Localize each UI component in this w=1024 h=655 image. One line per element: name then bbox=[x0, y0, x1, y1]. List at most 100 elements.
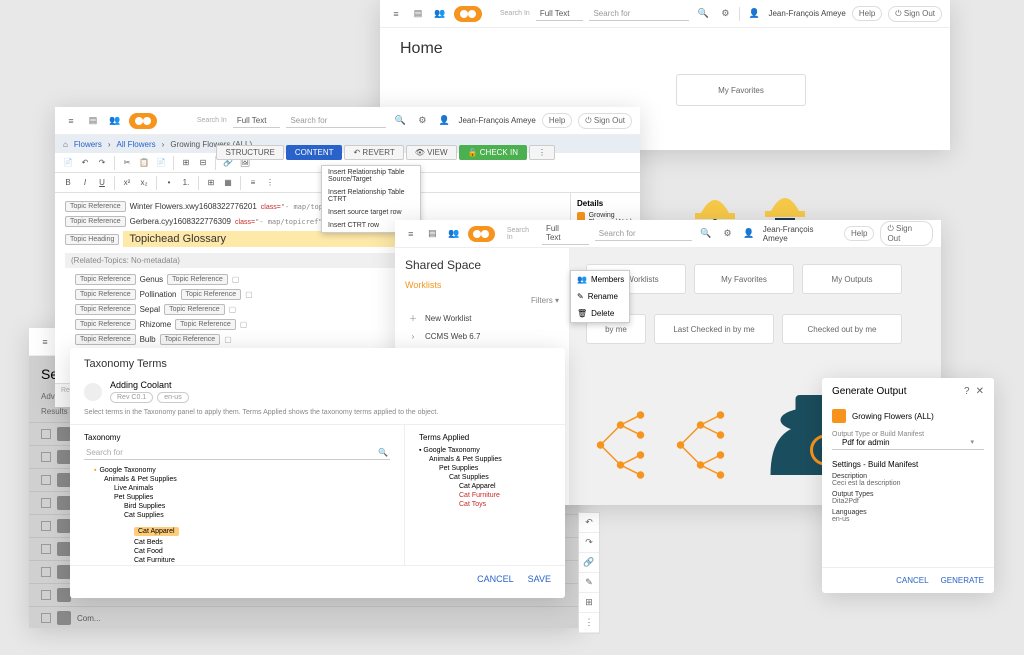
tb-icon[interactable]: ⋮ bbox=[263, 176, 277, 190]
applied-term[interactable]: Pet Supplies bbox=[439, 464, 551, 473]
applied-term[interactable]: Cat Supplies bbox=[449, 473, 551, 482]
tb-icon[interactable]: 📄 bbox=[154, 156, 168, 170]
tb-icon[interactable]: ≡ bbox=[246, 176, 260, 190]
worklist-item[interactable]: ›CCMS Web 6.7 bbox=[405, 328, 559, 345]
mt-btn[interactable]: 🔗 bbox=[579, 553, 599, 573]
checkbox[interactable] bbox=[41, 613, 51, 623]
menu-icon[interactable]: ≡ bbox=[63, 113, 79, 129]
doc-icon[interactable]: ▤ bbox=[85, 113, 101, 129]
tb-icon[interactable]: 📄 bbox=[61, 156, 75, 170]
mt-btn[interactable]: ✎ bbox=[579, 573, 599, 593]
checkbox[interactable] bbox=[41, 475, 51, 485]
taxonomy-node[interactable]: Live Animals bbox=[114, 484, 390, 493]
search-icon[interactable]: 🔍 bbox=[695, 6, 711, 22]
tb-icon[interactable]: x² bbox=[120, 176, 134, 190]
tile[interactable]: Checked out by me bbox=[782, 314, 902, 344]
search-icon[interactable]: 🔍 bbox=[698, 226, 714, 242]
generate-button[interactable]: GENERATE bbox=[941, 576, 984, 585]
help-button[interactable]: Help bbox=[852, 6, 882, 21]
tb-icon[interactable]: ✂ bbox=[120, 156, 134, 170]
help-button[interactable]: Help bbox=[844, 226, 874, 241]
tb-icon[interactable]: ↶ bbox=[78, 156, 92, 170]
taxonomy-node[interactable]: Bird Supplies bbox=[124, 502, 390, 511]
users-icon[interactable]: 👥 bbox=[107, 113, 123, 129]
tile[interactable]: My Favorites bbox=[694, 264, 794, 294]
taxonomy-node[interactable]: Cat Furniture bbox=[134, 556, 390, 565]
insert-menu-item[interactable]: Insert Relationship Table Source/Target bbox=[322, 166, 420, 186]
worklist-item[interactable]: ＋New Worklist bbox=[405, 309, 559, 328]
close-icon[interactable]: ✕ bbox=[976, 386, 984, 397]
taxonomy-node[interactable]: Animals & Pet Supplies bbox=[104, 475, 390, 484]
signout-button[interactable]: ⏻ Sign Out bbox=[578, 113, 632, 129]
tab-content[interactable]: CONTENT bbox=[286, 145, 343, 160]
mt-btn[interactable]: ⋮ bbox=[579, 613, 599, 633]
tab-structure[interactable]: STRUCTURE bbox=[216, 145, 283, 160]
insert-menu-item[interactable]: Insert source target row bbox=[322, 206, 420, 219]
tb-icon[interactable]: ⊞ bbox=[179, 156, 193, 170]
applied-term[interactable]: Cat Apparel bbox=[459, 482, 551, 491]
tile[interactable]: Last Checked in by me bbox=[654, 314, 774, 344]
menu-delete[interactable]: 🗑Delete bbox=[571, 305, 629, 322]
taxonomy-node[interactable]: Pet Supplies bbox=[114, 493, 390, 502]
checkbox[interactable] bbox=[41, 521, 51, 531]
cancel-button[interactable]: CANCEL bbox=[477, 574, 514, 584]
checkbox[interactable] bbox=[41, 429, 51, 439]
taxonomy-node[interactable]: Cat Beds bbox=[134, 538, 390, 547]
checkbox[interactable] bbox=[41, 452, 51, 462]
tb-icon[interactable]: x₂ bbox=[137, 176, 151, 190]
signout-button[interactable]: ⏻ Sign Out bbox=[888, 6, 942, 22]
taxonomy-node[interactable]: Cat Apparel bbox=[134, 527, 179, 536]
taxonomy-node[interactable]: Cat Supplies bbox=[124, 511, 390, 520]
search-type-select[interactable]: Full Text bbox=[542, 222, 589, 245]
settings-icon[interactable]: ⚙ bbox=[717, 6, 733, 22]
menu-icon[interactable]: ≡ bbox=[388, 6, 404, 22]
taxonomy-node[interactable]: Cat Food bbox=[134, 547, 390, 556]
tile-favorites[interactable]: My Favorites bbox=[676, 74, 806, 106]
tb-icon[interactable]: U bbox=[95, 176, 109, 190]
search-input[interactable]: Search for bbox=[589, 7, 689, 21]
cancel-button[interactable]: CANCEL bbox=[896, 576, 928, 585]
checkbox[interactable] bbox=[41, 567, 51, 577]
output-type-select[interactable]: Pdf for admin bbox=[832, 438, 984, 450]
menu-rename[interactable]: ✎Rename bbox=[571, 288, 629, 305]
checkbox[interactable] bbox=[41, 544, 51, 554]
insert-menu-item[interactable]: Insert Relationship Table CTRT bbox=[322, 186, 420, 206]
tb-icon[interactable]: 📋 bbox=[137, 156, 151, 170]
tab-revert[interactable]: ↶ REVERT bbox=[344, 145, 403, 160]
search-input[interactable]: Search for bbox=[286, 114, 386, 128]
filter-link[interactable]: Filters ▾ bbox=[405, 296, 559, 305]
search-type-select[interactable]: Full Text bbox=[233, 114, 281, 128]
search-icon[interactable]: 🔍 bbox=[392, 113, 408, 129]
doc-icon[interactable]: ▤ bbox=[410, 6, 426, 22]
doc-line[interactable]: Topic ReferenceWinter Flowers.xwy1608322… bbox=[65, 199, 560, 214]
mt-btn[interactable]: ↷ bbox=[579, 533, 599, 553]
mt-btn[interactable]: ⊞ bbox=[579, 593, 599, 613]
menu-icon[interactable]: ≡ bbox=[37, 334, 53, 350]
tb-icon[interactable]: I bbox=[78, 176, 92, 190]
tb-icon[interactable]: ↷ bbox=[95, 156, 109, 170]
checkbox[interactable] bbox=[41, 498, 51, 508]
users-icon[interactable]: 👥 bbox=[432, 6, 448, 22]
mt-btn[interactable]: ↶ bbox=[579, 513, 599, 533]
checkbox[interactable] bbox=[41, 590, 51, 600]
taxonomy-search-input[interactable]: Search for bbox=[84, 446, 390, 460]
applied-term[interactable]: ▪ Google Taxonomy bbox=[419, 446, 551, 455]
tb-icon[interactable]: B bbox=[61, 176, 75, 190]
tab-checkin[interactable]: 🔒 CHECK IN bbox=[459, 145, 527, 160]
tab-view[interactable]: 👁 VIEW bbox=[406, 145, 457, 160]
doc-icon[interactable]: ▤ bbox=[425, 226, 441, 242]
taxonomy-node[interactable]: ▪Google Taxonomy bbox=[94, 466, 390, 475]
menu-icon[interactable]: ≡ bbox=[403, 226, 419, 242]
tb-icon[interactable]: ⊟ bbox=[196, 156, 210, 170]
save-button[interactable]: SAVE bbox=[528, 574, 551, 584]
tab-more[interactable]: ⋮ bbox=[529, 145, 555, 160]
search-result-row[interactable]: Com... bbox=[29, 606, 579, 628]
tb-icon[interactable]: 1. bbox=[179, 176, 193, 190]
applied-term[interactable]: Cat Furniture bbox=[459, 491, 551, 500]
tb-icon[interactable]: ▦ bbox=[221, 176, 235, 190]
users-icon[interactable]: 👥 bbox=[446, 226, 462, 242]
help-icon[interactable]: ? bbox=[964, 386, 970, 397]
tile[interactable]: My Outputs bbox=[802, 264, 902, 294]
search-input[interactable]: Search for bbox=[595, 227, 692, 241]
tb-icon[interactable]: ⊞ bbox=[204, 176, 218, 190]
